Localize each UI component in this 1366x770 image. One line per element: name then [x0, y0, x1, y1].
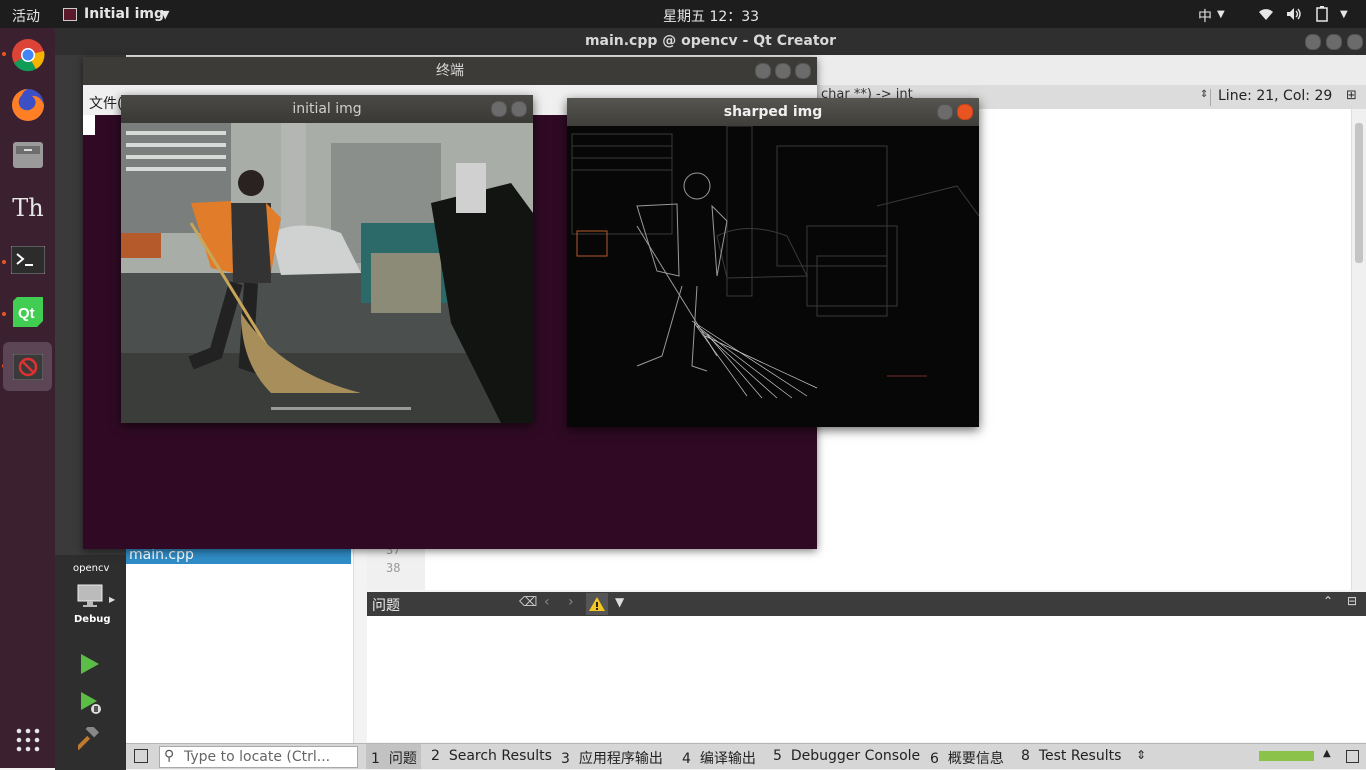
status-tab-test-results[interactable]: 8 Test Results — [1021, 748, 1121, 764]
status-tab-general-messages[interactable]: 6 概要信息 — [930, 748, 1004, 768]
initial-img-title: initial img — [292, 101, 362, 117]
build-progress-bar — [1259, 751, 1314, 761]
sharped-image — [567, 126, 979, 427]
qt-creator-titlebar[interactable]: main.cpp @ opencv - Qt Creator — [55, 28, 1366, 55]
wifi-icon[interactable] — [1258, 7, 1274, 21]
toggle-sidebar-icon[interactable] — [134, 749, 148, 763]
status-tab-issues[interactable]: 1 问题 — [371, 748, 417, 768]
function-selector-arrows-icon[interactable]: ⇕ — [1200, 89, 1208, 100]
system-menu-chevron-icon[interactable]: ▼ — [1340, 9, 1348, 20]
status-tab-compile-output[interactable]: 4 编译输出 — [682, 748, 756, 768]
sharped-img-title: sharped img — [723, 104, 823, 120]
warning-filter-icon[interactable] — [586, 593, 608, 615]
initial-img-app-icon[interactable] — [3, 342, 52, 391]
close-icon[interactable] — [511, 101, 527, 117]
terminal-cursor — [83, 115, 95, 135]
sharped-img-titlebar[interactable]: sharped img — [567, 98, 979, 126]
maximize-pane-icon[interactable]: ⌃ — [1323, 594, 1333, 608]
clear-icon[interactable]: ⌫ — [519, 595, 537, 610]
locator-input[interactable]: ⚲ Type to locate (Ctrl... — [159, 746, 358, 768]
next-icon[interactable]: › — [568, 594, 574, 610]
close-icon[interactable] — [957, 104, 973, 120]
terminal-titlebar[interactable]: 终端 — [83, 57, 817, 85]
initial-image — [121, 123, 533, 423]
kit-arrow-icon[interactable]: ▶ — [109, 595, 115, 604]
issues-pane-toolbar: 问题 ⌫ ‹ › ▼ ⌃ ⊟ — [367, 592, 1366, 616]
status-tab-search-results[interactable]: 2 Search Results — [431, 748, 552, 764]
firefox-icon[interactable] — [6, 83, 50, 127]
line-number: 38 — [386, 561, 401, 575]
initial-img-titlebar[interactable]: initial img — [121, 95, 533, 123]
split-editor-icon[interactable]: ⊞ — [1346, 88, 1357, 103]
more-tabs-icon[interactable]: ⇕ — [1136, 748, 1146, 762]
input-method-indicator[interactable]: 中 — [1198, 6, 1212, 26]
project-file-item[interactable]: main.cpp — [126, 547, 351, 564]
initial-img-window[interactable]: initial img — [121, 95, 533, 423]
svg-text:Qt: Qt — [18, 305, 35, 322]
status-tab-app-output[interactable]: 3 应用程序输出 — [561, 748, 663, 768]
debug-run-icon[interactable] — [79, 691, 103, 715]
build-hammer-icon[interactable] — [78, 727, 102, 751]
terminal-title: 终端 — [436, 63, 464, 79]
prev-icon[interactable]: ‹ — [544, 594, 550, 610]
minimize-icon[interactable] — [937, 104, 953, 120]
maximize-icon[interactable] — [775, 63, 791, 79]
close-pane-icon[interactable]: ⊟ — [1347, 594, 1357, 608]
app-menu-icon — [63, 8, 77, 21]
fonts-icon[interactable]: Th — [6, 186, 50, 230]
line-column-indicator[interactable]: Line: 21, Col: 29 — [1218, 88, 1332, 104]
qt-creator-icon[interactable]: Qt — [6, 290, 50, 334]
filter-icon[interactable]: ▼ — [615, 595, 624, 609]
input-method-chevron-icon[interactable]: ▼ — [1217, 9, 1225, 20]
clock[interactable]: 星期五 12：33 — [663, 6, 759, 26]
activities-button[interactable]: 活动 — [12, 6, 40, 26]
close-icon[interactable] — [795, 63, 811, 79]
kit-project[interactable]: opencv — [73, 563, 109, 574]
terminal-icon[interactable] — [6, 238, 50, 282]
top-panel: 活动 Initial img ▼ 星期五 12：33 中 ▼ ▼ — [0, 0, 1366, 28]
minimize-icon[interactable] — [755, 63, 771, 79]
volume-icon[interactable] — [1286, 7, 1302, 21]
chrome-icon[interactable] — [6, 33, 50, 77]
toggle-output-icon[interactable] — [1346, 750, 1359, 763]
search-icon: ⚲ — [164, 748, 175, 764]
status-bar: ⚲ Type to locate (Ctrl... 1 问题 2 Search … — [126, 743, 1366, 769]
minimize-icon[interactable] — [491, 101, 507, 117]
terminal-menu-file[interactable]: 文件( — [89, 93, 122, 113]
monitor-icon[interactable] — [77, 584, 103, 608]
issues-pane-title: 问题 — [372, 598, 400, 614]
app-menu[interactable]: Initial img — [84, 6, 164, 22]
issues-list[interactable] — [367, 616, 1366, 742]
app-menu-chevron-icon[interactable]: ▼ — [161, 8, 169, 21]
progress-expand-icon[interactable]: ▲ — [1323, 748, 1331, 759]
sharped-img-window[interactable]: sharped img — [567, 98, 979, 427]
battery-icon[interactable] — [1315, 6, 1329, 22]
files-icon[interactable] — [6, 133, 50, 177]
kit-mode[interactable]: Debug — [74, 614, 111, 625]
project-tree-scrollbar[interactable] — [353, 548, 364, 743]
status-tab-debugger-console[interactable]: 5 Debugger Console — [773, 748, 920, 764]
project-tree: main.cpp — [126, 547, 364, 743]
run-icon[interactable] — [79, 653, 101, 675]
dock: Th Qt — [0, 28, 55, 768]
close-icon[interactable] — [1347, 34, 1363, 50]
editor-scrollbar[interactable] — [1351, 109, 1366, 590]
window-title: main.cpp @ opencv - Qt Creator — [584, 33, 837, 49]
show-apps-icon[interactable] — [6, 718, 50, 762]
maximize-icon[interactable] — [1326, 34, 1342, 50]
minimize-icon[interactable] — [1305, 34, 1321, 50]
